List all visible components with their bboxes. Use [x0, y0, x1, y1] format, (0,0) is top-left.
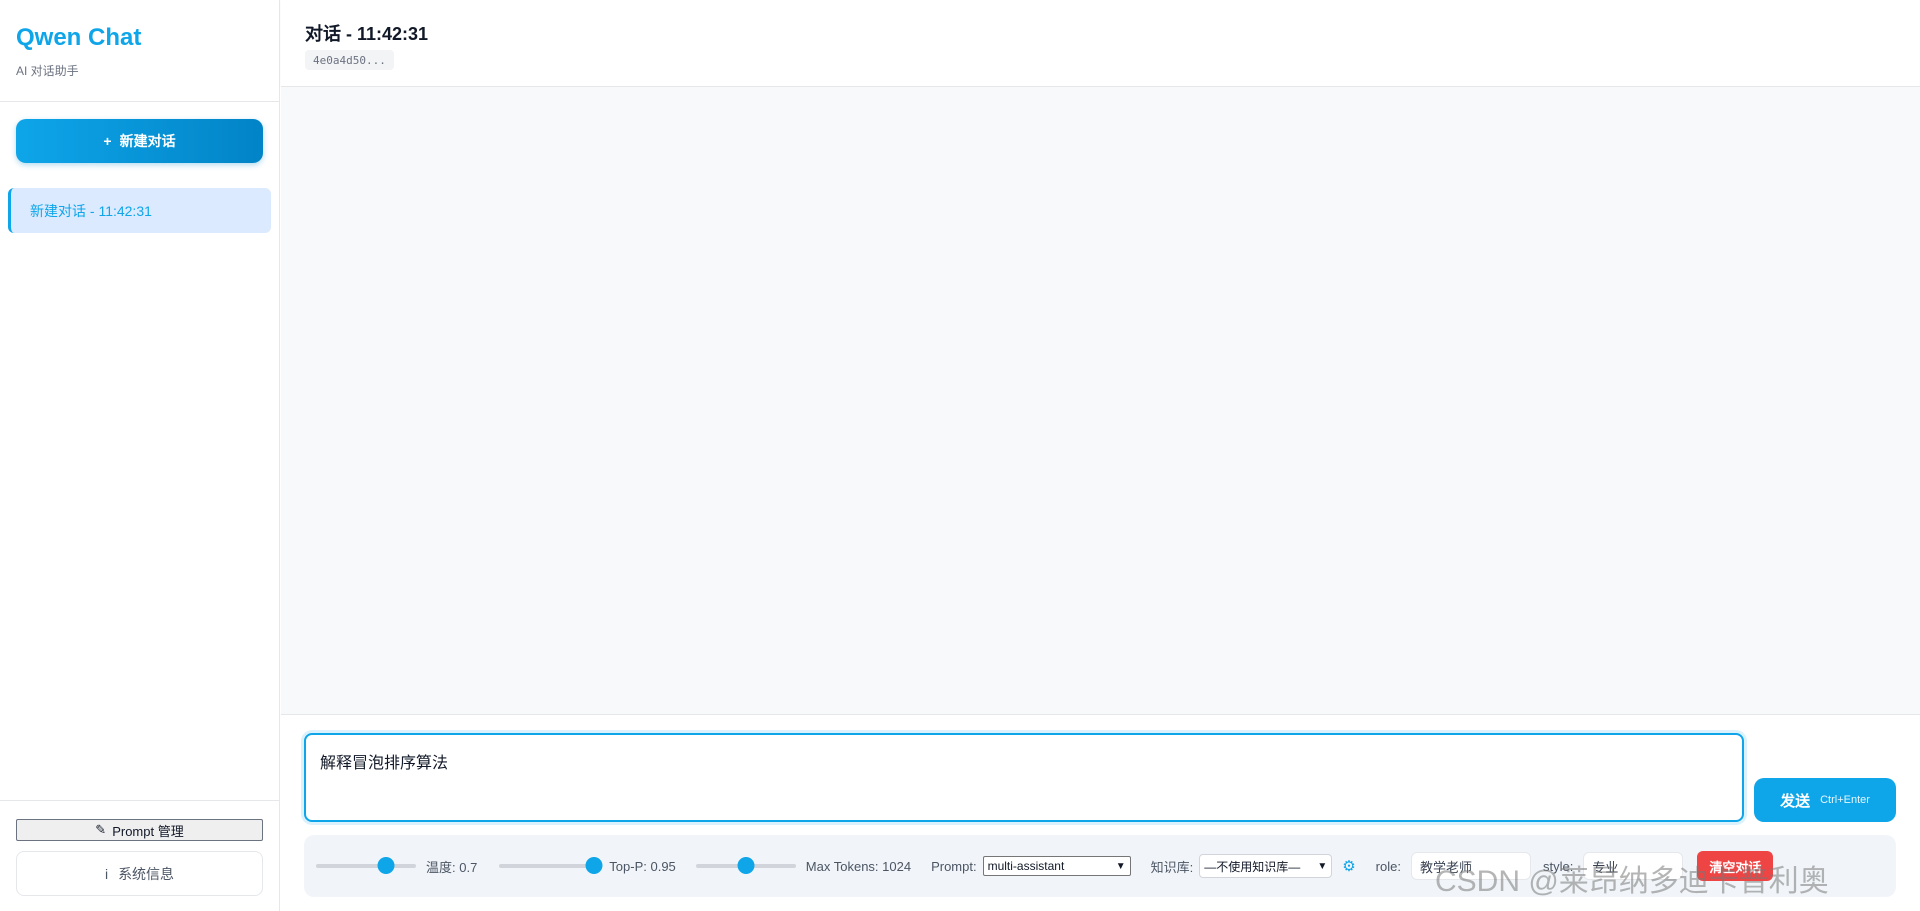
knowledge-base-label: 知识库: [1150, 859, 1194, 875]
max-tokens-slider[interactable] [695, 857, 796, 874]
chevron-down-icon: ▼ [1317, 860, 1328, 872]
brand-title: Qwen Chat [16, 24, 142, 51]
slider-knob[interactable] [377, 857, 395, 874]
slider-knob[interactable] [585, 857, 603, 874]
chevron-down-icon: ▼ [1115, 860, 1126, 872]
role-field[interactable]: 教学老师 [1410, 852, 1531, 880]
message-input[interactable]: 解释冒泡排序算法 [304, 733, 1744, 822]
message-list[interactable] [281, 88, 1920, 714]
prompt-select-label: Prompt: [931, 858, 977, 874]
send-label: 发送 [1780, 792, 1811, 810]
new-chat-label: 新建对话 [119, 133, 176, 149]
system-info-button[interactable]: i 系统信息 [16, 851, 263, 896]
top-p-slider[interactable] [499, 857, 603, 874]
max-tokens-label: Max Tokens: 1024 [805, 858, 912, 874]
brand: Qwen Chat AI 对话助手 [0, 0, 279, 102]
conversation-title: 对话 - 11:42:31 [305, 24, 429, 44]
new-chat-button[interactable]: + 新建对话 [16, 119, 263, 163]
prompt-select[interactable]: multi-assistant ▼ [982, 856, 1131, 876]
plus-icon: + [103, 133, 112, 149]
chat-header: 对话 - 11:42:31 4e0a4d50... [281, 0, 1920, 87]
temperature-slider[interactable] [316, 857, 416, 874]
top-p-label: Top-P: 0.95 [609, 858, 676, 874]
temperature-label: 温度: 0.7 [426, 859, 478, 875]
knowledge-base-select[interactable]: —不使用知识库— ▼ [1199, 854, 1333, 878]
clear-conversation-button[interactable]: 清空对话 [1697, 851, 1774, 881]
pencil-icon: ✎ [95, 822, 107, 837]
style-label: style: [1542, 858, 1574, 874]
prompt-manager-button[interactable]: ✎ Prompt 管理 [16, 819, 263, 841]
gear-icon[interactable]: ⚙ [1342, 857, 1355, 875]
generation-controls: 温度: 0.7 Top-P: 0.95 Max Tokens: 1024 Pro… [304, 835, 1896, 897]
conversation-label: 新建对话 - 11:42:31 [30, 202, 152, 219]
sidebar: Qwen Chat AI 对话助手 + 新建对话 新建对话 - 11:42:31… [0, 0, 280, 911]
role-label: role: [1375, 858, 1401, 874]
input-area: 解释冒泡排序算法 发送 Ctrl+Enter 温度: 0.7 Top-P: 0.… [281, 714, 1920, 911]
slider-knob[interactable] [737, 857, 755, 874]
conversation-id-badge: 4e0a4d50... [305, 50, 394, 70]
sidebar-footer: ✎ Prompt 管理 i 系统信息 [0, 800, 280, 911]
prompt-select-value: multi-assistant [987, 859, 1065, 873]
system-info-label: 系统信息 [118, 865, 175, 882]
style-field[interactable]: 专业 [1583, 852, 1684, 880]
conversation-item[interactable]: 新建对话 - 11:42:31 [8, 188, 271, 233]
send-shortcut-hint: Ctrl+Enter [1820, 794, 1870, 806]
send-button[interactable]: 发送 Ctrl+Enter [1754, 778, 1896, 822]
info-icon: i [104, 865, 109, 882]
prompt-manager-label: Prompt 管理 [112, 823, 184, 839]
knowledge-base-value: —不使用知识库— [1204, 859, 1301, 874]
brand-subtitle: AI 对话助手 [16, 64, 79, 78]
